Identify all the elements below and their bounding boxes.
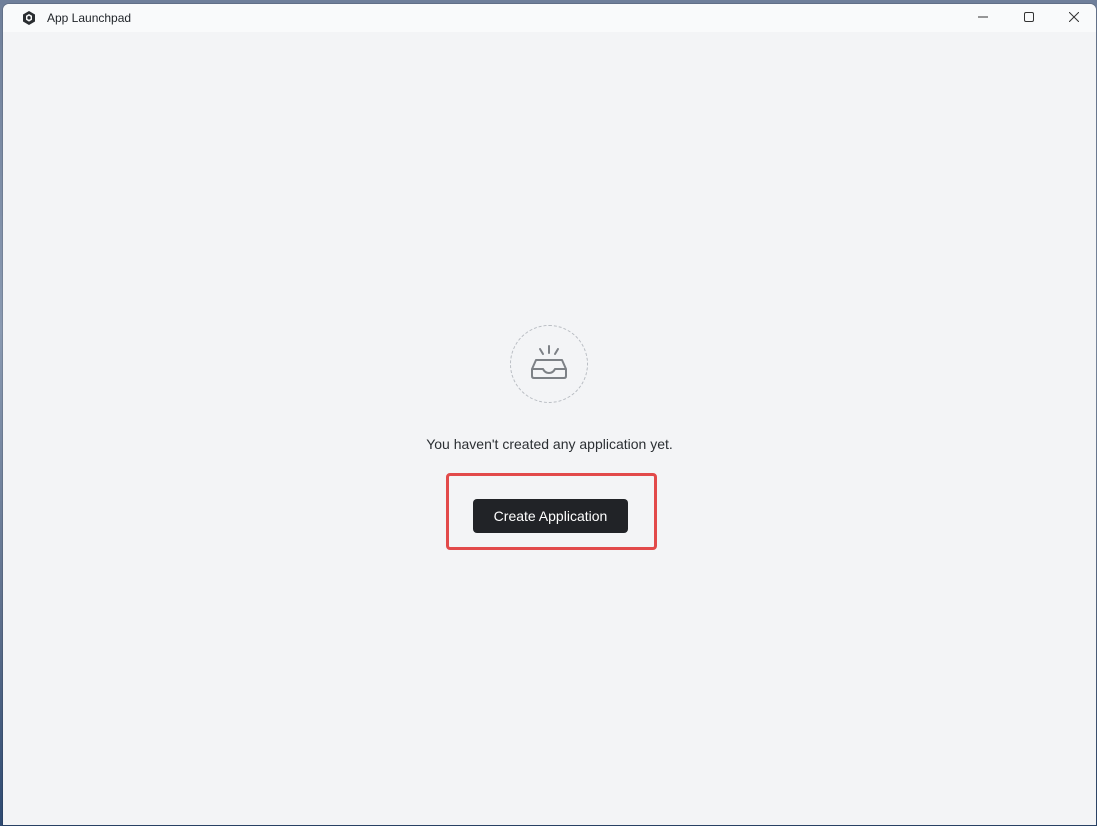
window-title: App Launchpad [47, 11, 132, 25]
empty-state-message: You haven't created any application yet. [426, 436, 673, 452]
app-window: App Launchpad You haven't created any ap… [3, 4, 1096, 825]
inbox-icon [528, 343, 570, 386]
close-button[interactable] [1051, 4, 1096, 32]
maximize-button[interactable] [1006, 4, 1052, 32]
title-bar[interactable]: App Launchpad [3, 4, 1096, 32]
maximize-icon [1024, 9, 1034, 27]
app-logo-icon [21, 10, 37, 26]
empty-state-illustration [510, 325, 588, 403]
create-application-button[interactable]: Create Application [473, 499, 628, 533]
minimize-icon [978, 9, 988, 27]
close-icon [1068, 9, 1080, 27]
minimize-button[interactable] [960, 4, 1006, 32]
main-content: You haven't created any application yet.… [3, 32, 1096, 825]
